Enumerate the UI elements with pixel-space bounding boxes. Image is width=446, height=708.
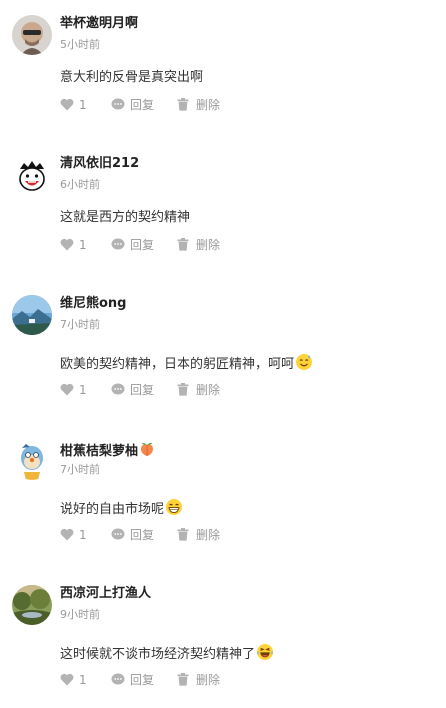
comment-username[interactable]: 清风依旧212 — [60, 156, 139, 172]
delete-button[interactable]: 删除 — [177, 97, 237, 113]
heart-icon — [60, 673, 74, 686]
reply-button[interactable]: 回复 — [111, 382, 171, 398]
trash-icon — [177, 528, 189, 541]
delete-label: 删除 — [196, 673, 221, 687]
chat-bubble-icon — [111, 673, 125, 685]
user-avatar[interactable] — [12, 155, 52, 195]
comment-text: 意大利的反骨是真突出啊 — [60, 69, 203, 87]
trash-icon — [177, 383, 189, 396]
comment-username[interactable]: 维尼熊ong — [60, 296, 127, 312]
heart-icon — [60, 98, 74, 111]
delete-label: 删除 — [196, 383, 221, 397]
peach-emoji-icon — [139, 441, 155, 462]
comment-time: 6小时前 — [60, 178, 100, 191]
chat-bubble-icon — [111, 98, 125, 110]
laugh-tears-emoji-icon — [256, 643, 274, 667]
like-button[interactable]: 1 — [60, 672, 100, 688]
trash-icon — [177, 673, 189, 686]
comment-text-body: 欧美的契约精神，日本的躬匠精神，呵呵 — [60, 357, 295, 372]
trash-icon — [177, 238, 189, 251]
user-avatar[interactable] — [12, 585, 52, 625]
user-avatar[interactable] — [12, 295, 52, 335]
like-count: 1 — [79, 98, 87, 112]
heart-icon — [60, 238, 74, 251]
like-count: 1 — [79, 238, 87, 252]
heart-icon — [60, 383, 74, 396]
comment-username-text: 柑蕉桔梨萝柚 — [60, 444, 139, 459]
comment-text-body: 意大利的反骨是真突出啊 — [60, 70, 204, 85]
like-count: 1 — [79, 528, 87, 542]
chat-bubble-icon — [111, 238, 125, 250]
user-avatar[interactable] — [12, 15, 52, 55]
comment-time: 9小时前 — [60, 608, 100, 621]
like-count: 1 — [79, 383, 87, 397]
reply-label: 回复 — [130, 238, 155, 252]
delete-label: 删除 — [196, 238, 221, 252]
comment-text-body: 这时候就不谈市场经济契约精神了 — [60, 647, 256, 662]
comment-text: 这就是西方的契约精神 — [60, 209, 190, 227]
delete-button[interactable]: 删除 — [177, 382, 237, 398]
comment-time: 7小时前 — [60, 463, 100, 476]
delete-label: 删除 — [196, 528, 221, 542]
avatar-nature-icon — [12, 585, 52, 625]
reply-label: 回复 — [130, 98, 155, 112]
comment-text: 这时候就不谈市场经济契约精神了 — [60, 643, 274, 667]
reply-label: 回复 — [130, 673, 155, 687]
comment-text: 说好的自由市场呢 — [60, 498, 183, 522]
reply-label: 回复 — [130, 383, 155, 397]
like-count: 1 — [79, 673, 87, 687]
comment-username[interactable]: 柑蕉桔梨萝柚 — [60, 441, 155, 462]
avatar-man-sunglasses-icon — [12, 15, 52, 55]
comment-text: 欧美的契约精神，日本的躬匠精神，呵呵 — [60, 353, 313, 377]
delete-label: 删除 — [196, 98, 221, 112]
avatar-cartoon-face-icon — [12, 155, 52, 195]
grin-emoji-icon — [165, 498, 183, 522]
reply-button[interactable]: 回复 — [111, 97, 171, 113]
comment-text-body: 这就是西方的契约精神 — [60, 210, 191, 225]
reply-button[interactable]: 回复 — [111, 672, 171, 688]
avatar-landscape-icon — [12, 295, 52, 335]
heart-icon — [60, 528, 74, 541]
like-button[interactable]: 1 — [60, 382, 100, 398]
comment-username[interactable]: 举杯邀明月啊 — [60, 16, 138, 32]
reply-button[interactable]: 回复 — [111, 527, 171, 543]
like-button[interactable]: 1 — [60, 237, 100, 253]
sweat-smile-emoji-icon — [295, 353, 313, 377]
reply-button[interactable]: 回复 — [111, 237, 171, 253]
like-button[interactable]: 1 — [60, 527, 100, 543]
user-avatar[interactable] — [12, 440, 52, 480]
delete-button[interactable]: 删除 — [177, 527, 237, 543]
comment-time: 7小时前 — [60, 318, 100, 331]
like-button[interactable]: 1 — [60, 97, 100, 113]
chat-bubble-icon — [111, 528, 125, 540]
comment-username[interactable]: 西凉河上打渔人 — [60, 586, 151, 602]
delete-button[interactable]: 删除 — [177, 672, 237, 688]
comment-text-body: 说好的自由市场呢 — [60, 502, 165, 517]
reply-label: 回复 — [130, 528, 155, 542]
trash-icon — [177, 98, 189, 111]
chat-bubble-icon — [111, 383, 125, 395]
avatar-cartoon-character-icon — [12, 440, 52, 480]
comment-time: 5小时前 — [60, 38, 100, 51]
delete-button[interactable]: 删除 — [177, 237, 237, 253]
